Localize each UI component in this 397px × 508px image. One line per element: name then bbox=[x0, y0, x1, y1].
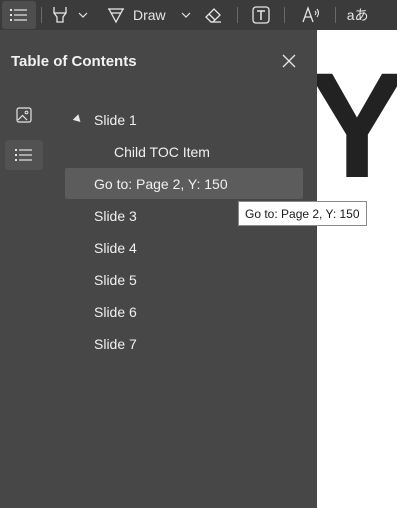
toc-item-slide-7[interactable]: Slide 7 bbox=[65, 328, 303, 359]
list-icon bbox=[15, 149, 32, 161]
toc-item-label: Slide 3 bbox=[94, 207, 137, 224]
toc-item-child[interactable]: Child TOC Item bbox=[65, 136, 303, 167]
pdf-viewer: Draw aあ Y Table of Contents Slide 1 Chil… bbox=[0, 0, 397, 508]
toc-item-label: Slide 5 bbox=[94, 271, 137, 288]
toolbar-separator bbox=[41, 7, 42, 23]
toc-item-slide-4[interactable]: Slide 4 bbox=[65, 232, 303, 263]
toc-item-label: Slide 6 bbox=[94, 303, 137, 320]
toc-item-label: Slide 7 bbox=[94, 335, 137, 352]
highlighter-icon bbox=[53, 7, 67, 23]
toc-item-label: Slide 1 bbox=[94, 111, 137, 128]
pen-icon bbox=[108, 8, 124, 24]
toolbar-separator bbox=[334, 7, 336, 23]
erase-button[interactable] bbox=[202, 1, 224, 29]
eraser-icon bbox=[204, 8, 221, 23]
translate-button[interactable]: aあ bbox=[346, 1, 370, 29]
list-icon bbox=[10, 9, 27, 21]
highlight-button[interactable] bbox=[50, 1, 70, 29]
toc-item-slide-1[interactable]: Slide 1 bbox=[65, 104, 303, 135]
toolbar-separator bbox=[236, 7, 238, 23]
tooltip: Go to: Page 2, Y: 150 bbox=[238, 201, 367, 226]
tab-outline[interactable] bbox=[5, 140, 43, 170]
expand-collapse-icon[interactable] bbox=[72, 114, 84, 125]
draw-button[interactable]: Draw bbox=[107, 1, 166, 29]
table-of-contents-panel: Table of Contents Slide 1 Child TOC Item… bbox=[0, 30, 317, 508]
toc-item-go-to-page-2[interactable]: Go to: Page 2, Y: 150 bbox=[65, 168, 303, 199]
chevron-down-icon bbox=[78, 12, 88, 18]
panel-title: Table of Contents bbox=[11, 53, 137, 70]
add-text-button[interactable] bbox=[250, 1, 272, 29]
page-content-text: Y bbox=[317, 41, 397, 209]
toc-item-label: Child TOC Item bbox=[114, 143, 210, 160]
chevron-down-icon bbox=[181, 12, 191, 18]
read-aloud-button[interactable] bbox=[301, 1, 323, 29]
close-panel-button[interactable] bbox=[278, 50, 300, 72]
draw-label: Draw bbox=[133, 7, 166, 23]
toc-item-slide-5[interactable]: Slide 5 bbox=[65, 264, 303, 295]
toolbar-separator bbox=[283, 7, 285, 23]
toc-item-slide-6[interactable]: Slide 6 bbox=[65, 296, 303, 327]
toc-item-label: Go to: Page 2, Y: 150 bbox=[94, 175, 228, 192]
toc-item-label: Slide 4 bbox=[94, 239, 137, 256]
toolbar: Draw aあ bbox=[0, 0, 397, 30]
close-icon bbox=[282, 54, 296, 68]
image-icon bbox=[16, 107, 32, 123]
draw-options-dropdown[interactable] bbox=[178, 1, 194, 29]
read-aloud-icon bbox=[302, 6, 319, 23]
text-box-icon bbox=[252, 6, 270, 24]
tab-thumbnails[interactable] bbox=[5, 100, 43, 130]
document-page[interactable]: Y bbox=[317, 30, 397, 508]
table-of-contents-button[interactable] bbox=[2, 1, 36, 29]
translate-icon: aあ bbox=[346, 7, 369, 23]
highlight-options-dropdown[interactable] bbox=[75, 1, 91, 29]
